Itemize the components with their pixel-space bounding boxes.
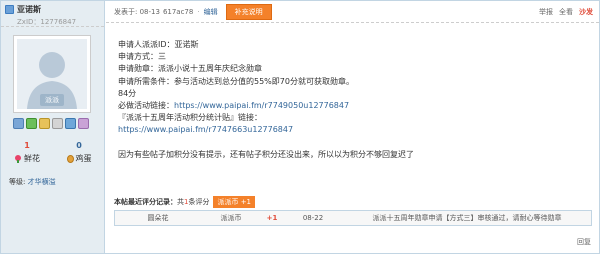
author-name[interactable]: 亚诺斯: [17, 4, 41, 15]
post-ip: 617ac78: [162, 7, 194, 16]
author-name-row: 亚诺斯: [5, 4, 100, 15]
post-date: 发表于: 08-13: [114, 7, 160, 16]
rating-reason: 派派十五周年勋章申请【方式三】审核通过，请耐心等待勋章: [372, 214, 562, 222]
rating-title: 本帖最近评分记录：: [114, 197, 177, 206]
post-info-bar: 发表于: 08-13 617ac78 · 编辑 补充说明 举报 全看 沙发: [106, 1, 599, 23]
egg-label: 鸡蛋: [75, 154, 92, 163]
rating-row: 圆朵花 派派币 +1 08-22 派派十五周年勋章申请【方式三】审核通过，请耐心…: [115, 211, 591, 225]
egg-icon: [66, 154, 74, 163]
flower-label: 鲜花: [24, 154, 40, 163]
egg-stat[interactable]: 0 鸡蛋: [53, 141, 105, 164]
egg-label-row: 鸡蛋: [53, 153, 105, 164]
author-level: 等级: 才华横溢: [9, 177, 56, 187]
author-sidebar: 亚诺斯 ZxID：12776847 派派 1 鲜花 0 鸡蛋 等级: 才华横溢: [1, 1, 105, 253]
author-stats: 1 鲜花 0 鸡蛋: [1, 141, 105, 164]
rating-table: 圆朵花 派派币 +1 08-22 派派十五周年勋章申请【方式三】审核通过，请耐心…: [114, 210, 592, 226]
rating-summary-post: 条评分: [188, 197, 210, 206]
level-prefix: 等级:: [9, 178, 28, 186]
content-line: [118, 137, 588, 149]
content-line: 必做活动链接：https://www.paipai.fm/r7749050u12…: [118, 100, 588, 112]
rating-type: 派派币: [220, 214, 242, 222]
profile-icon[interactable]: [39, 118, 50, 129]
flower-label-row: 鲜花: [1, 153, 53, 164]
post-main: 发表于: 08-13 617ac78 · 编辑 补充说明 举报 全看 沙发 申请…: [106, 1, 599, 253]
flower-count: 1: [24, 141, 30, 150]
content-line: https://www.paipai.fm/r7747663u12776847: [118, 124, 588, 136]
album-icon[interactable]: [65, 118, 76, 129]
rating-user[interactable]: 圆朵花: [115, 213, 201, 223]
add-friend-icon[interactable]: [26, 118, 37, 129]
author-action-icons: [13, 118, 89, 129]
post-content: 申请人派派ID：亚诺斯 申请方式：三 申请勋章：派派小说十五周年庆纪念勋章 申请…: [118, 39, 588, 161]
rating-area: 本帖最近评分记录： 共 1 条评分 派派币 +1 圆朵花 派派币 +1 08-2…: [114, 195, 592, 226]
content-line: 84分: [118, 88, 137, 98]
info-separator: ·: [197, 7, 200, 16]
view-all-link[interactable]: 全看: [559, 7, 573, 17]
author-zxid: ZxID：12776847: [17, 18, 77, 26]
report-link[interactable]: 举报: [539, 7, 553, 17]
link1-prefix: 必做活动链接：: [118, 101, 174, 111]
flower-stat[interactable]: 1 鲜花: [1, 141, 53, 164]
activity-link[interactable]: https://www.paipai.fm/r7749050u12776847: [174, 101, 349, 110]
share-icon[interactable]: [78, 118, 89, 129]
post-actions: 举报 全看 沙发: [539, 7, 599, 17]
forum-post: 亚诺斯 ZxID：12776847 派派 1 鲜花 0 鸡蛋 等级: 才华横溢 …: [0, 0, 600, 254]
content-line: 『派派十五周年活动积分统计贴』链接：: [118, 113, 262, 123]
avatar-label: 派派: [40, 94, 64, 106]
content-line: 申请所需条件：参与活动达到总分值的55%即70分就可获取勋章。: [118, 76, 354, 86]
content-line: 申请勋章：派派小说十五周年庆纪念勋章: [118, 64, 262, 74]
flower-icon: [14, 154, 22, 163]
blog-icon[interactable]: [52, 118, 63, 129]
egg-count: 0: [76, 141, 82, 150]
level-link[interactable]: 才华横溢: [28, 178, 56, 186]
online-status-icon: [5, 5, 14, 14]
rating-amount: +1: [266, 214, 278, 222]
floor-label: 沙发: [579, 7, 593, 16]
rating-date: 08-22: [302, 214, 324, 222]
stats-post-link[interactable]: https://www.paipai.fm/r7747663u12776847: [118, 125, 293, 134]
content-line: 因为有些帖子加积分没有提示，还有帖子积分还没出来，所以以为积分不够回复迟了: [118, 149, 414, 159]
content-line: 申请方式：三: [118, 52, 166, 62]
avatar[interactable]: 派派: [13, 35, 91, 113]
content-line: 申请人派派ID：亚诺斯: [118, 40, 199, 49]
author-header: 亚诺斯 ZxID：12776847: [1, 1, 104, 27]
supplement-button[interactable]: 补充说明: [225, 3, 272, 20]
send-message-icon[interactable]: [13, 118, 24, 129]
edit-link[interactable]: 编辑: [204, 7, 218, 17]
rating-summary-pre: 共: [177, 197, 184, 206]
rating-total-badge: 派派币 +1: [213, 195, 256, 208]
avatar-image: 派派: [17, 39, 87, 109]
rating-header: 本帖最近评分记录： 共 1 条评分 派派币 +1: [114, 195, 592, 208]
reply-link[interactable]: 回复: [577, 237, 591, 247]
